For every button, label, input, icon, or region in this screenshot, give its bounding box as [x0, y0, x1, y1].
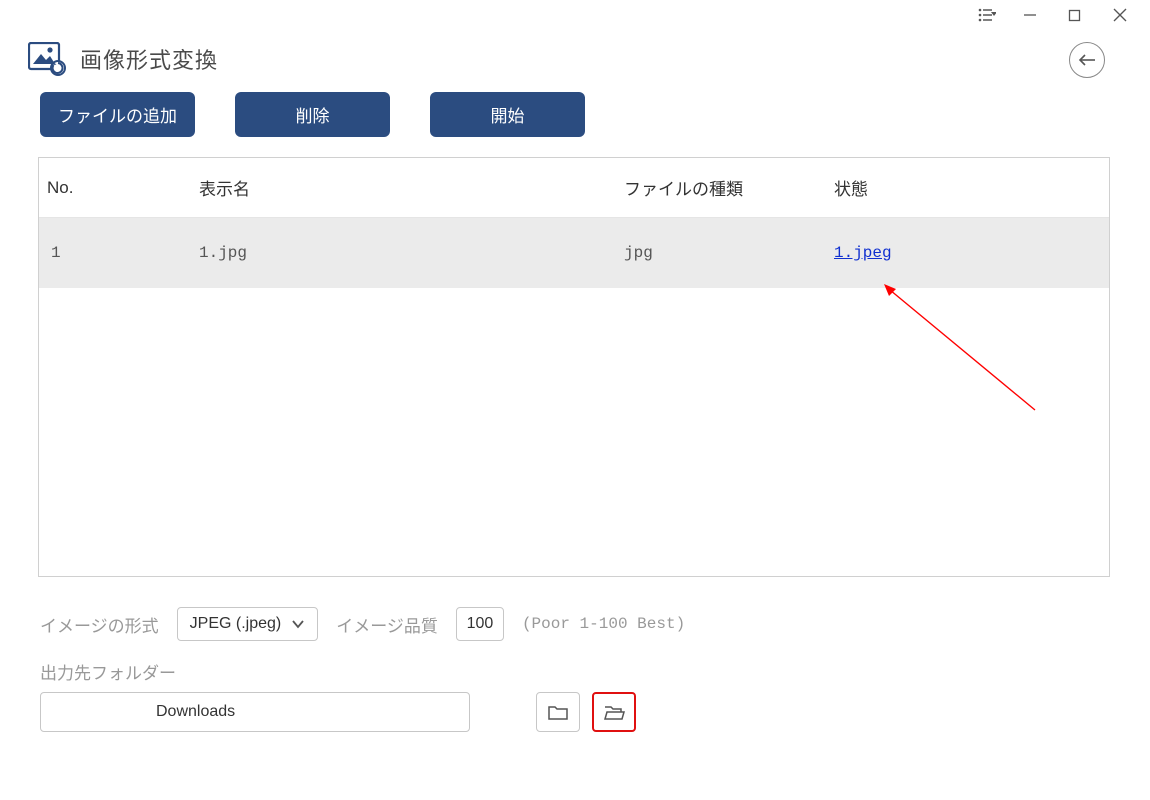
- quality-label: イメージ品質: [336, 612, 438, 637]
- col-header-status: 状態: [834, 175, 1109, 200]
- options-row: イメージの形式 JPEG (.jpeg) イメージ品質 100 (Poor 1-…: [0, 577, 1150, 649]
- cell-type: jpg: [624, 244, 834, 262]
- close-icon: [1113, 8, 1127, 22]
- delete-button[interactable]: 削除: [235, 92, 390, 137]
- folder-icon: [548, 704, 568, 720]
- format-label: イメージの形式: [40, 612, 159, 637]
- page-header: 画像形式変換: [0, 30, 1150, 86]
- cell-status: 1.jpeg: [834, 244, 1109, 262]
- app-icon: [28, 42, 66, 76]
- maximize-icon: [1068, 9, 1081, 22]
- arrow-left-icon: [1077, 53, 1097, 67]
- open-folder-button[interactable]: [592, 692, 636, 732]
- cell-name: 1.jpg: [199, 244, 624, 262]
- add-file-button[interactable]: ファイルの追加: [40, 92, 195, 137]
- file-table: No. 表示名 ファイルの種類 状態 1 1.jpg jpg 1.jpeg: [38, 157, 1110, 577]
- maximize-button[interactable]: [1052, 0, 1097, 30]
- minimize-icon: [1023, 8, 1037, 22]
- col-header-type: ファイルの種類: [624, 175, 834, 200]
- cell-no: 1: [39, 244, 199, 262]
- menu-button[interactable]: [967, 0, 1007, 30]
- status-link[interactable]: 1.jpeg: [834, 244, 892, 262]
- output-path-field[interactable]: Downloads: [40, 692, 470, 732]
- close-button[interactable]: [1097, 0, 1142, 30]
- table-header: No. 表示名 ファイルの種類 状態: [39, 158, 1109, 218]
- quality-range: (Poor 1-100 Best): [522, 615, 685, 633]
- quality-input[interactable]: 100: [456, 607, 504, 641]
- folder-open-icon: [603, 704, 625, 720]
- page-title: 画像形式変換: [80, 43, 218, 75]
- chevron-down-icon: [291, 619, 305, 629]
- col-header-no: No.: [39, 178, 199, 198]
- format-value: JPEG (.jpeg): [190, 615, 282, 633]
- output-path-text: Downloads: [156, 703, 235, 721]
- col-header-name: 表示名: [199, 175, 624, 200]
- output-row: Downloads: [0, 690, 1150, 734]
- titlebar: [0, 0, 1150, 30]
- format-select[interactable]: JPEG (.jpeg): [177, 607, 319, 641]
- output-label: 出力先フォルダー: [0, 649, 1150, 690]
- list-icon: [978, 8, 996, 22]
- toolbar: ファイルの追加 削除 開始: [0, 86, 1150, 149]
- back-button[interactable]: [1069, 42, 1105, 78]
- start-button[interactable]: 開始: [430, 92, 585, 137]
- table-row[interactable]: 1 1.jpg jpg 1.jpeg: [39, 218, 1109, 288]
- minimize-button[interactable]: [1007, 0, 1052, 30]
- browse-folder-button[interactable]: [536, 692, 580, 732]
